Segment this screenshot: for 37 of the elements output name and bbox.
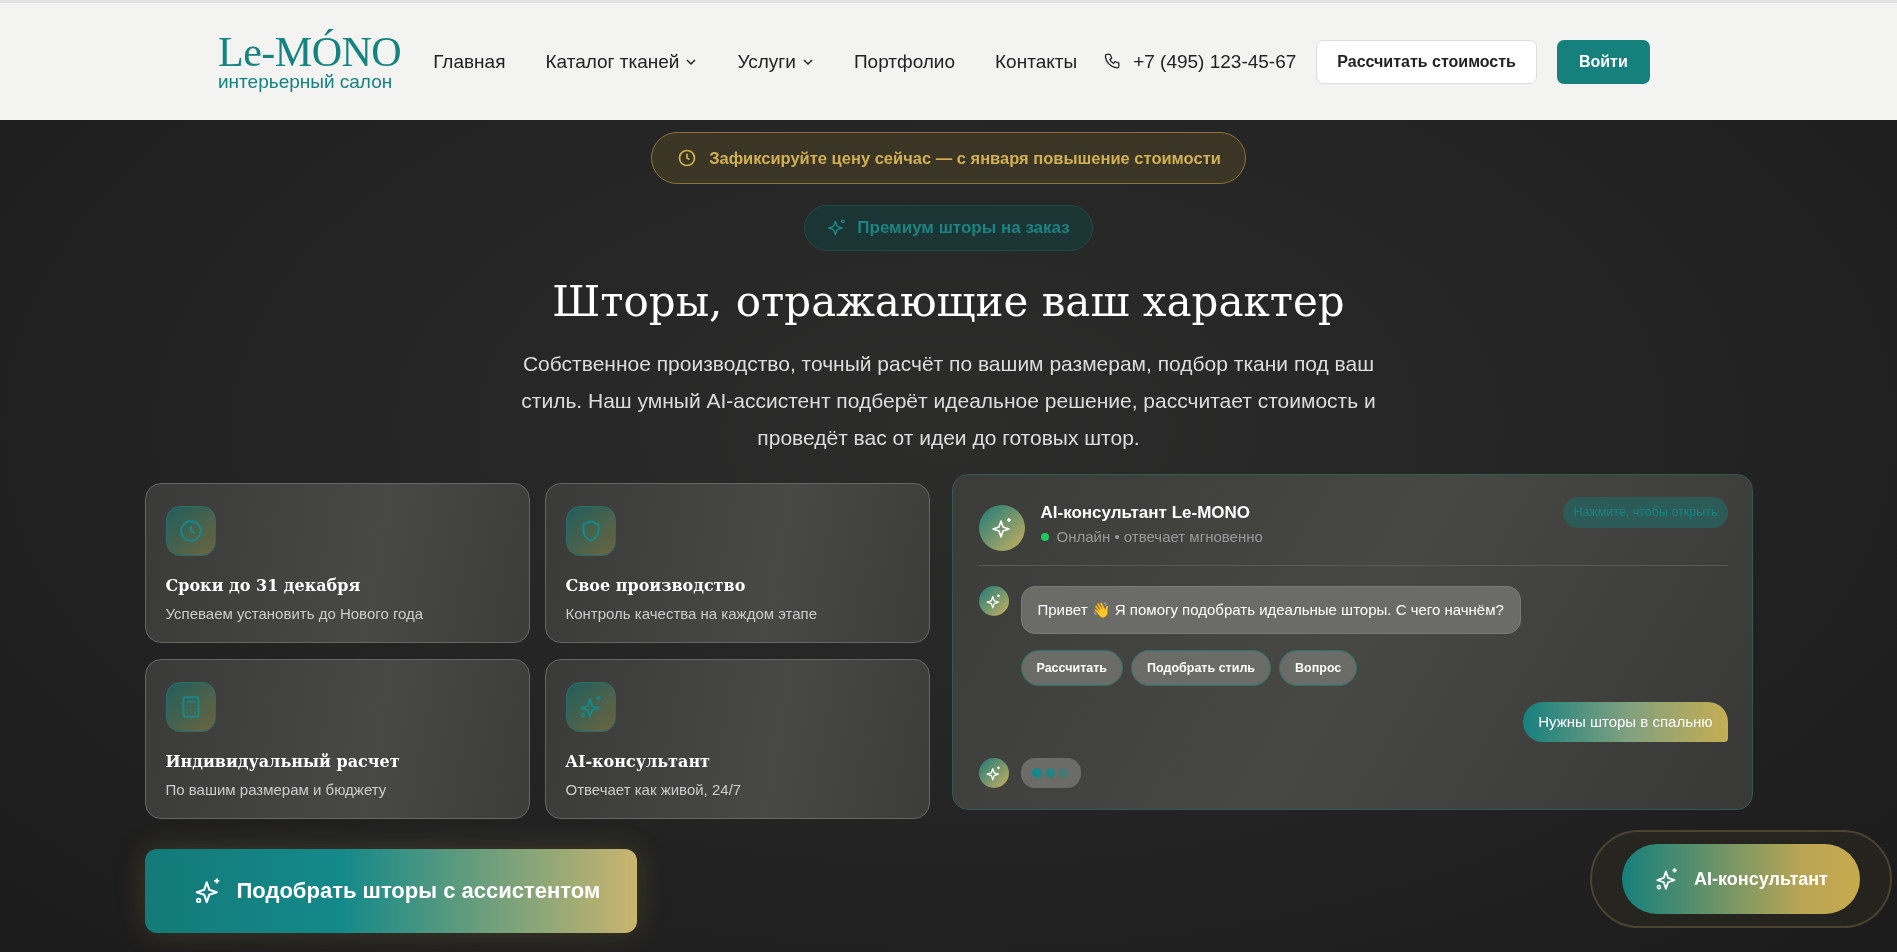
feature-description: Успеваем установить до Нового года <box>165 605 425 622</box>
feature-title: AI-консультант <box>565 752 711 771</box>
badge-text: Премиум шторы на заказ <box>857 218 1070 238</box>
nav-link[interactable]: Каталог тканей <box>545 50 698 73</box>
feature-description: По вашим размерам и бюджету <box>165 781 388 798</box>
logo-tagline: интерьерный салон <box>218 71 394 92</box>
login-button[interactable]: Войти <box>1556 39 1650 84</box>
feature-title: Сроки до 31 декабря <box>165 576 362 595</box>
phone-number[interactable]: +7 (495) 123-45-67 <box>1133 50 1297 73</box>
nav-link[interactable]: Портфолио <box>853 50 956 73</box>
chat-status: Онлайн • отвечает мгновенно <box>1056 528 1263 545</box>
feature-title: Свое производство <box>565 576 747 595</box>
clock-icon <box>677 148 698 168</box>
hero-subtitle: Собственное производство, точный расчёт по вашим размерам, подбор ткани под ваш стиль. Наш умный AI-ассистент подберёт идеальное решение, рассчитает стоимость и проведёт вас от идеи до готовых штор. <box>520 351 1377 451</box>
nav-link[interactable]: Услуги <box>737 50 814 73</box>
assistant-cta-button[interactable]: Подобрать шторы с ассистентом <box>144 849 637 933</box>
nav-link[interactable]: Главная <box>433 50 506 73</box>
sparkles-icon <box>577 694 604 720</box>
feature-title: Индивидуальный расчет <box>165 752 401 771</box>
chat-title: AI-консультант Le-MONO <box>1040 503 1252 523</box>
quick-reply-chip[interactable]: Подобрать стиль <box>1131 650 1272 686</box>
nav-link[interactable]: Контакты <box>995 50 1078 73</box>
sparkles-icon <box>985 592 1002 610</box>
calculate-button[interactable]: Рассчитать стоимость <box>1316 39 1537 84</box>
sparkles-icon <box>989 516 1014 540</box>
sparkles-icon <box>985 764 1002 782</box>
quick-reply-chip[interactable]: Вопрос <box>1279 650 1358 686</box>
quick-reply-chip[interactable]: Рассчитать <box>1020 650 1124 686</box>
clock-icon <box>177 518 204 544</box>
notice-text: Зафиксируйте цену сейчас — с января повышение стоимости <box>709 148 1221 168</box>
user-message: Нужны шторы в спальню <box>1523 702 1728 742</box>
sparkles-icon <box>827 218 848 238</box>
feature-description: Отвечает как живой, 24/7 <box>565 781 743 798</box>
feature-description: Контроль качества на каждом этапе <box>565 605 819 622</box>
hero-title: Шторы, отражающие ваш характер <box>552 276 1345 328</box>
logo-wordmark[interactable]: Le-MÓNO <box>218 31 402 72</box>
bot-message: Привет 👋 Я помогу подобрать идеальные шторы. С чего начнём? <box>1020 586 1521 634</box>
